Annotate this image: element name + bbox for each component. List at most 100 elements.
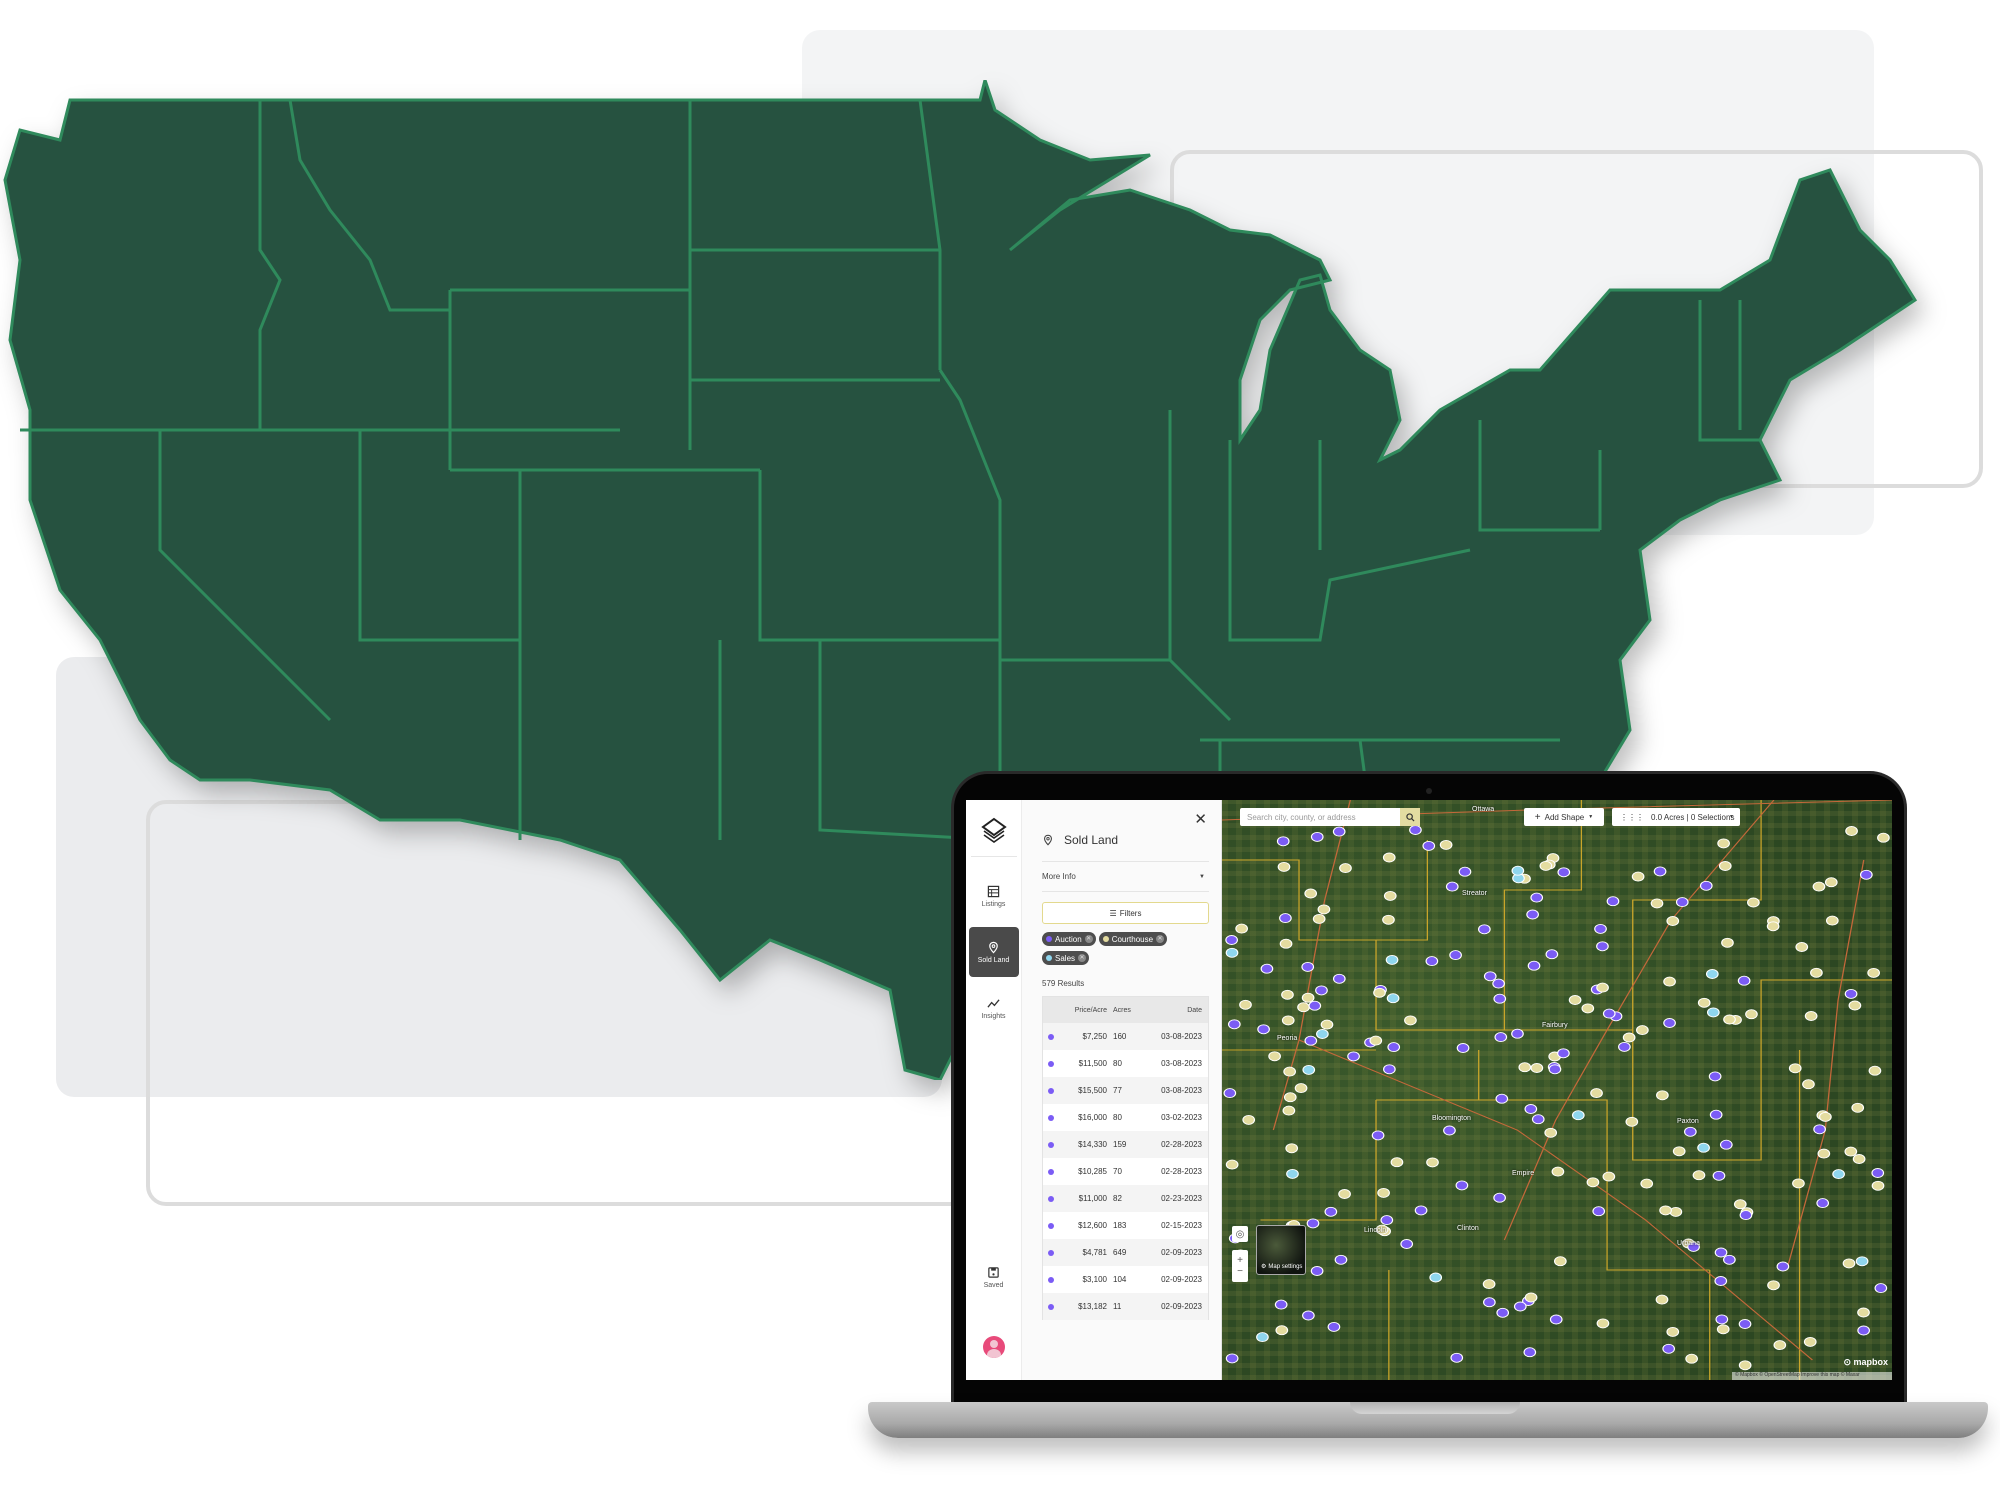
zoom-in-icon[interactable]: +	[1237, 1255, 1243, 1266]
map-marker[interactable]	[1327, 1321, 1341, 1332]
map-marker[interactable]	[1425, 956, 1439, 967]
map-marker[interactable]	[1315, 985, 1328, 996]
map-marker[interactable]	[1283, 1092, 1297, 1103]
add-shape-button[interactable]: + Add Shape ▼	[1524, 808, 1604, 826]
map-marker[interactable]	[1282, 1105, 1296, 1116]
map-marker[interactable]	[1530, 892, 1544, 903]
remove-chip-icon[interactable]: ✕	[1156, 935, 1165, 943]
map-marker[interactable]	[1792, 1178, 1805, 1189]
map-marker[interactable]	[1257, 1024, 1270, 1035]
map-marker[interactable]	[1776, 1261, 1790, 1272]
map-marker[interactable]	[1825, 915, 1839, 926]
map-marker[interactable]	[1483, 971, 1497, 982]
map-marker[interactable]	[1859, 869, 1873, 880]
map-marker[interactable]	[1717, 838, 1730, 849]
map-marker[interactable]	[1545, 949, 1559, 960]
header-date[interactable]: Date	[1135, 1007, 1202, 1014]
map-marker[interactable]	[1773, 1340, 1787, 1351]
map-marker[interactable]	[1301, 992, 1315, 1003]
map-marker[interactable]	[1738, 1360, 1752, 1371]
table-row[interactable]: $7,250 160 03-08-2023	[1043, 1023, 1208, 1050]
map-marker[interactable]	[1281, 1015, 1295, 1026]
map-marker[interactable]	[1810, 967, 1823, 978]
map-marker[interactable]	[1400, 1239, 1414, 1249]
map-marker[interactable]	[1524, 1104, 1538, 1114]
map-marker[interactable]	[1596, 982, 1609, 993]
map-marker[interactable]	[1304, 888, 1318, 899]
map-marker[interactable]	[1596, 941, 1609, 952]
map-marker[interactable]	[1387, 1042, 1401, 1053]
table-row[interactable]: $13,182 11 02-09-2023	[1043, 1293, 1208, 1320]
map-marker[interactable]	[1256, 1332, 1269, 1343]
map-marker[interactable]	[1817, 1148, 1831, 1159]
map-marker[interactable]	[1302, 1064, 1316, 1075]
map-marker[interactable]	[1539, 860, 1553, 871]
map-marker[interactable]	[1518, 1062, 1532, 1073]
map-marker[interactable]	[1857, 1325, 1870, 1336]
map-marker[interactable]	[1306, 1218, 1320, 1229]
map-marker[interactable]	[1422, 840, 1436, 851]
map-marker[interactable]	[1544, 1127, 1558, 1138]
map-marker[interactable]	[1596, 1318, 1610, 1329]
map-marker[interactable]	[1832, 1169, 1845, 1180]
map-marker[interactable]	[1804, 1011, 1818, 1021]
map-marker[interactable]	[1260, 963, 1274, 974]
map-marker[interactable]	[1445, 881, 1459, 892]
search-button[interactable]	[1400, 808, 1420, 826]
map-marker[interactable]	[1622, 1032, 1636, 1043]
map-marker[interactable]	[1549, 1314, 1563, 1325]
map-marker[interactable]	[1656, 1090, 1669, 1101]
filters-button[interactable]: ☰ Filters	[1042, 902, 1209, 924]
map-marker[interactable]	[1530, 1063, 1544, 1073]
map-marker[interactable]	[1443, 1125, 1456, 1136]
avatar[interactable]	[982, 1336, 1005, 1358]
map-marker[interactable]	[1386, 993, 1400, 1004]
map-marker[interactable]	[1268, 1051, 1281, 1062]
map-marker[interactable]	[1302, 1310, 1315, 1321]
map-marker[interactable]	[1317, 904, 1331, 915]
selections-dropdown[interactable]: ⋮⋮⋮ 0.0 Acres | 0 Selections ▼	[1612, 808, 1740, 826]
map-marker[interactable]	[1492, 978, 1505, 989]
map-marker[interactable]	[1276, 836, 1290, 847]
map-marker[interactable]	[1380, 1215, 1394, 1226]
table-row[interactable]: $12,600 183 02-15-2023	[1043, 1212, 1208, 1239]
map-marker[interactable]	[1874, 1283, 1888, 1294]
map-marker[interactable]	[1697, 1142, 1710, 1153]
map-marker[interactable]	[1496, 1307, 1510, 1318]
map-marker[interactable]	[1669, 1206, 1683, 1217]
table-row[interactable]: $4,781 649 02-09-2023	[1043, 1239, 1208, 1266]
map-marker[interactable]	[1594, 923, 1607, 934]
map-marker[interactable]	[1557, 1048, 1570, 1059]
chip-sales[interactable]: Sales ✕	[1042, 951, 1090, 965]
map-marker[interactable]	[1242, 1114, 1256, 1125]
map-marker[interactable]	[1705, 969, 1719, 979]
map-marker[interactable]	[1225, 947, 1239, 958]
map-marker[interactable]	[1409, 825, 1422, 835]
map-marker[interactable]	[1308, 1000, 1322, 1011]
map-marker[interactable]	[1692, 1170, 1706, 1181]
locate-button[interactable]: ◎	[1232, 1226, 1248, 1242]
map-marker[interactable]	[1371, 1130, 1385, 1141]
map-marker[interactable]	[1513, 1301, 1527, 1312]
map-marker[interactable]	[1523, 1347, 1537, 1358]
map-marker[interactable]	[1845, 826, 1858, 836]
table-row[interactable]: $11,500 80 03-08-2023	[1043, 1050, 1208, 1077]
map-marker[interactable]	[1816, 1198, 1830, 1209]
map-marker[interactable]	[1586, 1177, 1600, 1188]
map-marker[interactable]	[1716, 1324, 1730, 1335]
map-marker[interactable]	[1723, 1014, 1736, 1025]
chip-auction[interactable]: Auction ✕	[1042, 932, 1096, 946]
map-marker[interactable]	[1511, 1028, 1524, 1039]
map-marker[interactable]	[1275, 1325, 1289, 1336]
map-marker[interactable]	[1493, 1192, 1506, 1203]
map-marker[interactable]	[1819, 1111, 1832, 1122]
map-marker[interactable]	[1590, 1088, 1603, 1099]
zoom-out-icon[interactable]: −	[1237, 1266, 1243, 1277]
map-marker[interactable]	[1239, 999, 1252, 1010]
layers-icon[interactable]	[980, 816, 1008, 844]
map-marker[interactable]	[1718, 861, 1732, 871]
chip-courthouse[interactable]: Courthouse ✕	[1098, 932, 1168, 946]
map-marker[interactable]	[1404, 1015, 1417, 1026]
map-marker[interactable]	[1719, 1139, 1733, 1150]
map-marker[interactable]	[1450, 1352, 1464, 1363]
